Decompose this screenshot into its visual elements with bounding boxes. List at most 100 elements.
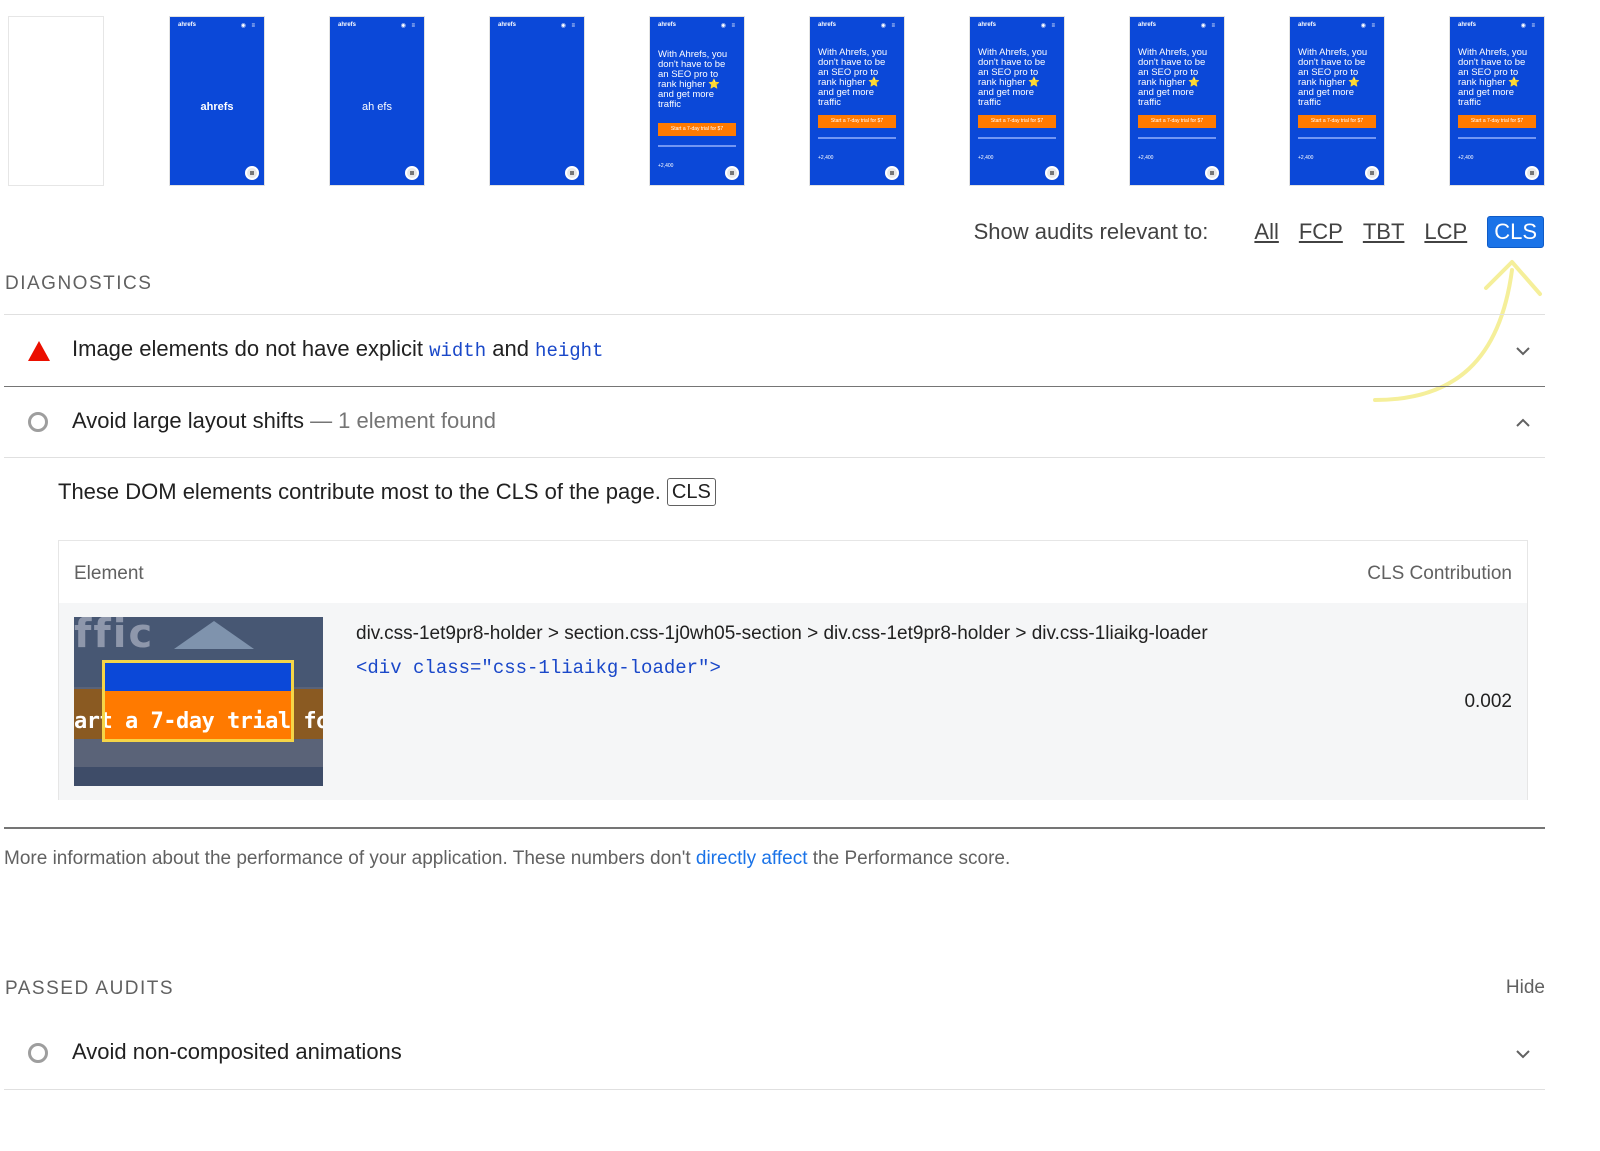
filter-all[interactable]: All	[1254, 219, 1278, 245]
code-width: width	[429, 340, 486, 362]
menu-icon: ◉ ≡	[1361, 22, 1377, 29]
table-row: ffic art a 7-day trial for div.css-1et9p…	[59, 603, 1527, 800]
filmstrip: ahrefs ◉ ≡ ahrefs ahrefs ◉ ≡ ah efs ahre…	[0, 0, 1600, 200]
screenshot-badge-icon	[725, 166, 739, 180]
frame-headline: With Ahrefs, youdon't have to bean SEO p…	[1298, 48, 1378, 108]
informative-circle-icon	[28, 1043, 48, 1063]
screenshot-badge-icon	[1205, 166, 1219, 180]
passed-audits-heading: PASSED AUDITS	[5, 978, 174, 1000]
frame-logo: ahrefs	[978, 22, 996, 28]
frame-headline: With Ahrefs, youdon't have to bean SEO p…	[1138, 48, 1218, 108]
element-selector: div.css-1et9pr8-holder > section.css-1j0…	[356, 623, 1208, 645]
directly-affect-link[interactable]: directly affect	[696, 848, 808, 869]
frame-logo: ahrefs	[178, 22, 196, 28]
filter-tbt[interactable]: TBT	[1363, 219, 1405, 245]
frame-headline: With Ahrefs, youdon't have to bean SEO p…	[818, 48, 898, 108]
divider	[4, 1089, 1545, 1090]
frame-stat: +2,400	[1138, 155, 1153, 161]
menu-icon: ◉ ≡	[401, 22, 417, 29]
menu-icon: ◉ ≡	[1521, 22, 1537, 29]
screenshot-badge-icon	[1365, 166, 1379, 180]
code-height: height	[535, 340, 603, 362]
filmstrip-frame-4: ahrefs ◉ ≡	[490, 17, 584, 185]
divider	[4, 827, 1545, 829]
frame-stat: +2,400	[978, 155, 993, 161]
menu-icon: ◉ ≡	[1041, 22, 1057, 29]
audit-display-value: — 1 element found	[304, 408, 496, 433]
menu-icon: ◉ ≡	[881, 22, 897, 29]
audit-title: Avoid large layout shifts — 1 element fo…	[72, 408, 496, 434]
frame-logo: ahrefs	[498, 22, 516, 28]
diagnostics-info: More information about the performance o…	[4, 848, 1010, 870]
menu-icon: ◉ ≡	[241, 22, 257, 29]
frame-logo: ahrefs	[658, 22, 676, 28]
frame-cta: Start a 7-day trial for $7	[818, 115, 896, 128]
chevron-down-icon[interactable]	[1513, 341, 1533, 361]
screenshot-badge-icon	[885, 166, 899, 180]
metric-tag-cls: CLS	[667, 478, 716, 506]
cls-contribution-value: 0.002	[1464, 691, 1512, 713]
frame-logo: ahrefs	[818, 22, 836, 28]
frame-cta: Start a 7-day trial for $7	[1138, 115, 1216, 128]
diagnostics-heading: DIAGNOSTICS	[5, 273, 152, 295]
frame-logo: ahrefs	[1298, 22, 1316, 28]
filmstrip-frame-7: ahrefs ◉ ≡ With Ahrefs, youdon't have to b…	[970, 17, 1064, 185]
frame-headline: With Ahrefs, youdon't have to bean SEO p…	[978, 48, 1058, 108]
frame-headline: With Ahrefs, youdon't have to bean SEO p…	[1458, 48, 1538, 108]
audit-description: These DOM elements contribute most to th…	[58, 478, 716, 506]
element-snippet[interactable]: <div class="css-1liaikg-loader">	[356, 657, 721, 679]
filmstrip-frame-3: ahrefs ◉ ≡ ah efs	[330, 17, 424, 185]
filmstrip-frame-6: ahrefs ◉ ≡ With Ahrefs, youdon't have to b…	[810, 17, 904, 185]
audit-unsized-images[interactable]: Image elements do not have explicit widt…	[0, 316, 1545, 386]
screenshot-badge-icon	[1045, 166, 1059, 180]
filter-label: Show audits relevant to:	[974, 219, 1209, 245]
frame-logo: ahrefs	[1138, 22, 1156, 28]
filmstrip-frame-1	[9, 17, 103, 185]
frame-center-logo: ahrefs	[170, 101, 264, 113]
frame-cta: Start a 7-day trial for $7	[978, 115, 1056, 128]
frame-headline: With Ahrefs, youdon't have to bean SEO p…	[658, 50, 738, 110]
audit-title: Image elements do not have explicit widt…	[72, 336, 603, 362]
filmstrip-frame-10: ahrefs◉ ≡With Ahrefs, youdon't have to b…	[1450, 17, 1544, 185]
fail-triangle-icon	[28, 341, 50, 361]
frame-cta: Start a 7-day trial for $7	[1458, 115, 1536, 128]
menu-icon: ◉ ≡	[1201, 22, 1217, 29]
frame-logo: ahrefs	[338, 22, 356, 28]
divider	[4, 314, 1545, 315]
chevron-up-icon[interactable]	[1513, 413, 1533, 433]
column-header-cls-contribution: CLS Contribution	[1367, 563, 1512, 585]
frame-loading-logo: ah efs	[330, 101, 424, 113]
frame-stat: +2,400	[1298, 155, 1313, 161]
filter-cls[interactable]: CLS	[1487, 216, 1544, 248]
audit-non-composited-animations[interactable]: Avoid non-composited animations	[0, 1019, 1545, 1089]
element-screenshot: ffic art a 7-day trial for	[74, 617, 323, 786]
divider	[4, 386, 1545, 387]
column-header-element: Element	[74, 563, 144, 585]
audit-title: Avoid non-composited animations	[72, 1039, 402, 1065]
filter-fcp[interactable]: FCP	[1299, 219, 1343, 245]
screenshot-badge-icon	[1525, 166, 1539, 180]
frame-cta: Start a 7-day trial for $7	[658, 123, 736, 136]
frame-stat: +2,400	[818, 155, 833, 161]
details-table: Element CLS Contribution ffic art a 7-da…	[58, 540, 1528, 800]
element-highlight-box	[102, 660, 294, 742]
filmstrip-frame-8: ahrefs ◉ ≡ With Ahrefs, youdon't have to b…	[1130, 17, 1224, 185]
hide-toggle[interactable]: Hide	[1506, 977, 1545, 999]
filter-lcp[interactable]: LCP	[1424, 219, 1467, 245]
divider	[4, 457, 1545, 458]
filmstrip-frame-2: ahrefs ◉ ≡ ahrefs	[170, 17, 264, 185]
frame-stat: +2,400	[658, 163, 673, 169]
filmstrip-frame-5: ahrefs ◉ ≡ With Ahrefs, youdon't have to b…	[650, 17, 744, 185]
audit-filter: Show audits relevant to: All FCP TBT LCP…	[974, 216, 1544, 248]
screenshot-badge-icon	[565, 166, 579, 180]
frame-stat: +2,400	[1458, 155, 1473, 161]
chevron-down-icon[interactable]	[1513, 1044, 1533, 1064]
informative-circle-icon	[28, 412, 48, 432]
screenshot-badge-icon	[405, 166, 419, 180]
filmstrip-frame-9: ahrefs ◉ ≡ With Ahrefs, youdon't have to b…	[1290, 17, 1384, 185]
frame-cta: Start a 7-day trial for $7	[1298, 115, 1376, 128]
menu-icon: ◉ ≡	[561, 22, 577, 29]
audit-layout-shifts[interactable]: Avoid large layout shifts — 1 element fo…	[0, 388, 1545, 458]
menu-icon: ◉ ≡	[721, 22, 737, 29]
screenshot-badge-icon	[245, 166, 259, 180]
